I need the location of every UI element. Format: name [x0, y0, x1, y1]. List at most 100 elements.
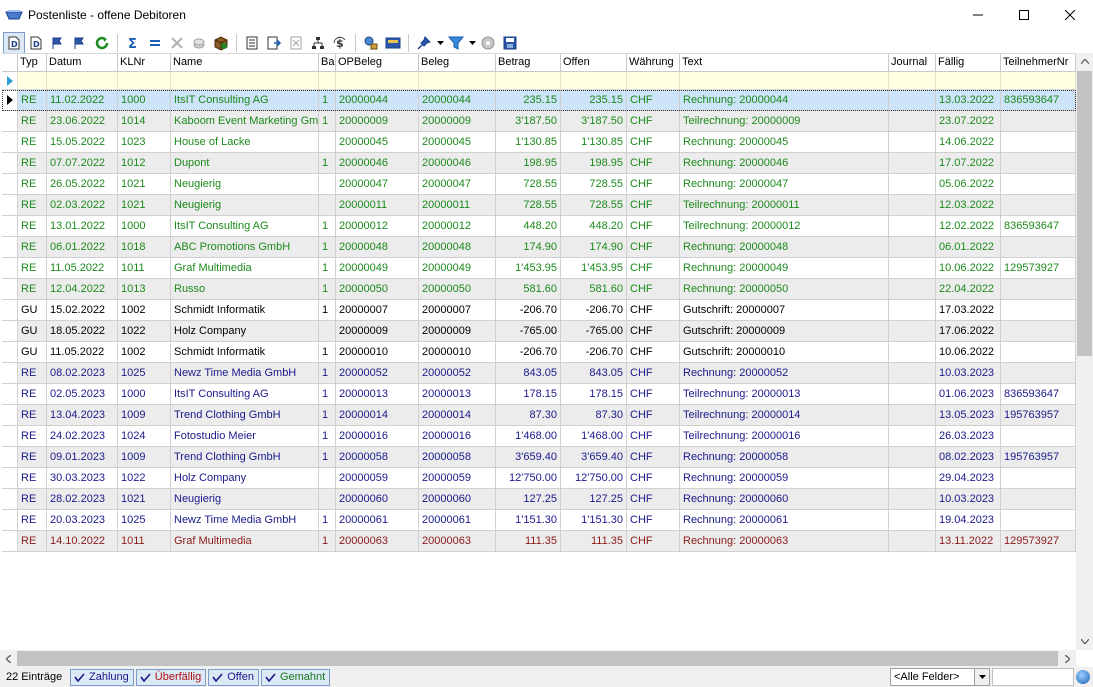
cell-betrag[interactable]: 127.25	[496, 489, 561, 509]
filter-cell[interactable]	[319, 72, 336, 89]
cell-faellig[interactable]: 13.03.2022	[936, 90, 1001, 110]
cell-datum[interactable]: 12.04.2022	[47, 279, 118, 299]
row-indicator[interactable]	[2, 258, 18, 278]
cell-beleg[interactable]: 20000059	[419, 468, 496, 488]
cell-tn[interactable]	[1001, 300, 1076, 320]
cell-name[interactable]: ItsIT Consulting AG	[171, 90, 319, 110]
cell-faellig[interactable]: 26.03.2023	[936, 426, 1001, 446]
cell-faellig[interactable]: 01.06.2023	[936, 384, 1001, 404]
cell-name[interactable]: Dupont	[171, 153, 319, 173]
cell-beleg[interactable]: 20000052	[419, 363, 496, 383]
document-arrow-button[interactable]	[263, 32, 285, 54]
flag-edit-button[interactable]	[47, 32, 69, 54]
cell-offen[interactable]: 198.95	[561, 153, 627, 173]
cell-bar[interactable]: 1	[319, 237, 336, 257]
cell-bar[interactable]: 1	[319, 531, 336, 551]
row-indicator[interactable]	[2, 363, 18, 383]
cell-bar[interactable]	[319, 174, 336, 194]
cell-opbeleg[interactable]: 20000047	[336, 174, 419, 194]
column-header-name[interactable]: Name	[171, 54, 319, 71]
cell-opbeleg[interactable]: 20000049	[336, 258, 419, 278]
cell-name[interactable]: Kaboom Event Marketing Gmb	[171, 111, 319, 131]
cell-typ[interactable]: RE	[18, 531, 47, 551]
table-row[interactable]: RE 23.06.2022 1014 Kaboom Event Marketing G…	[2, 111, 1076, 132]
cell-text[interactable]: Rechnung: 20000049	[680, 258, 889, 278]
row-indicator[interactable]	[2, 216, 18, 236]
cell-offen[interactable]: -765.00	[561, 321, 627, 341]
cell-opbeleg[interactable]: 20000058	[336, 447, 419, 467]
cell-klnr[interactable]: 1024	[118, 426, 171, 446]
cell-bar[interactable]: 1	[319, 405, 336, 425]
cell-betrag[interactable]: 12'750.00	[496, 468, 561, 488]
cell-datum[interactable]: 15.02.2022	[47, 300, 118, 320]
table-row[interactable]: RE 12.04.2022 1013 Russo 1 20000050 20000050 58…	[2, 279, 1076, 300]
row-indicator[interactable]	[2, 153, 18, 173]
cell-opbeleg[interactable]: 20000014	[336, 405, 419, 425]
cell-beleg[interactable]: 20000060	[419, 489, 496, 509]
cell-klnr[interactable]: 1022	[118, 468, 171, 488]
row-indicator[interactable]	[2, 510, 18, 530]
cell-opbeleg[interactable]: 20000007	[336, 300, 419, 320]
cell-beleg[interactable]: 20000012	[419, 216, 496, 236]
close-button[interactable]	[1047, 0, 1093, 30]
cell-faellig[interactable]: 08.02.2023	[936, 447, 1001, 467]
cell-bar[interactable]: 1	[319, 216, 336, 236]
cell-journal[interactable]	[889, 405, 936, 425]
globe-icon[interactable]	[1076, 670, 1090, 684]
cell-betrag[interactable]: 111.35	[496, 531, 561, 551]
scroll-left-arrow[interactable]	[0, 650, 17, 667]
cell-name[interactable]: Schmidt Informatik	[171, 300, 319, 320]
filter-dropdown[interactable]	[467, 32, 477, 54]
cell-tn[interactable]: 129573927	[1001, 531, 1076, 551]
cell-typ[interactable]: RE	[18, 279, 47, 299]
cell-klnr[interactable]: 1021	[118, 195, 171, 215]
cell-offen[interactable]: 174.90	[561, 237, 627, 257]
cell-journal[interactable]	[889, 237, 936, 257]
cell-betrag[interactable]: 581.60	[496, 279, 561, 299]
row-indicator[interactable]	[2, 531, 18, 551]
cell-name[interactable]: Graf Multimedia	[171, 258, 319, 278]
table-row[interactable]: GU 11.05.2022 1002 Schmidt Informatik 1 20000…	[2, 342, 1076, 363]
row-indicator[interactable]	[2, 237, 18, 257]
cell-offen[interactable]: 111.35	[561, 531, 627, 551]
cell-waehrung[interactable]: CHF	[627, 510, 680, 530]
cell-betrag[interactable]: 1'130.85	[496, 132, 561, 152]
cell-opbeleg[interactable]: 20000009	[336, 111, 419, 131]
cell-klnr[interactable]: 1000	[118, 90, 171, 110]
cell-bar[interactable]: 1	[319, 363, 336, 383]
cell-tn[interactable]	[1001, 195, 1076, 215]
cell-tn[interactable]	[1001, 111, 1076, 131]
column-header-typ[interactable]: Typ	[18, 54, 47, 71]
cell-name[interactable]: Schmidt Informatik	[171, 342, 319, 362]
cell-beleg[interactable]: 20000050	[419, 279, 496, 299]
cell-waehrung[interactable]: CHF	[627, 174, 680, 194]
cell-datum[interactable]: 24.02.2023	[47, 426, 118, 446]
cell-tn[interactable]	[1001, 237, 1076, 257]
cell-klnr[interactable]: 1012	[118, 153, 171, 173]
cell-text[interactable]: Gutschrift: 20000007	[680, 300, 889, 320]
cell-journal[interactable]	[889, 384, 936, 404]
cell-bar[interactable]: 1	[319, 300, 336, 320]
row-indicator[interactable]	[2, 90, 18, 110]
cell-datum[interactable]: 13.04.2023	[47, 405, 118, 425]
cell-tn[interactable]	[1001, 468, 1076, 488]
cell-name[interactable]: Fotostudio Meier	[171, 426, 319, 446]
cell-tn[interactable]: 129573927	[1001, 258, 1076, 278]
cell-tn[interactable]	[1001, 426, 1076, 446]
cell-beleg[interactable]: 20000013	[419, 384, 496, 404]
cell-opbeleg[interactable]: 20000044	[336, 90, 419, 110]
table-row[interactable]: RE 26.05.2022 1021 Neugierig 20000047 2000004…	[2, 174, 1076, 195]
cell-text[interactable]: Teilrechnung: 20000011	[680, 195, 889, 215]
cell-klnr[interactable]: 1013	[118, 279, 171, 299]
cell-waehrung[interactable]: CHF	[627, 321, 680, 341]
pin-button[interactable]	[413, 32, 435, 54]
cell-journal[interactable]	[889, 342, 936, 362]
cell-typ[interactable]: RE	[18, 216, 47, 236]
pin-dropdown[interactable]	[435, 32, 445, 54]
cell-tn[interactable]: 195763957	[1001, 405, 1076, 425]
cell-typ[interactable]: RE	[18, 384, 47, 404]
cell-klnr[interactable]: 1000	[118, 216, 171, 236]
cell-tn[interactable]: 836593647	[1001, 90, 1076, 110]
cell-faellig[interactable]: 17.03.2022	[936, 300, 1001, 320]
cell-beleg[interactable]: 20000061	[419, 510, 496, 530]
